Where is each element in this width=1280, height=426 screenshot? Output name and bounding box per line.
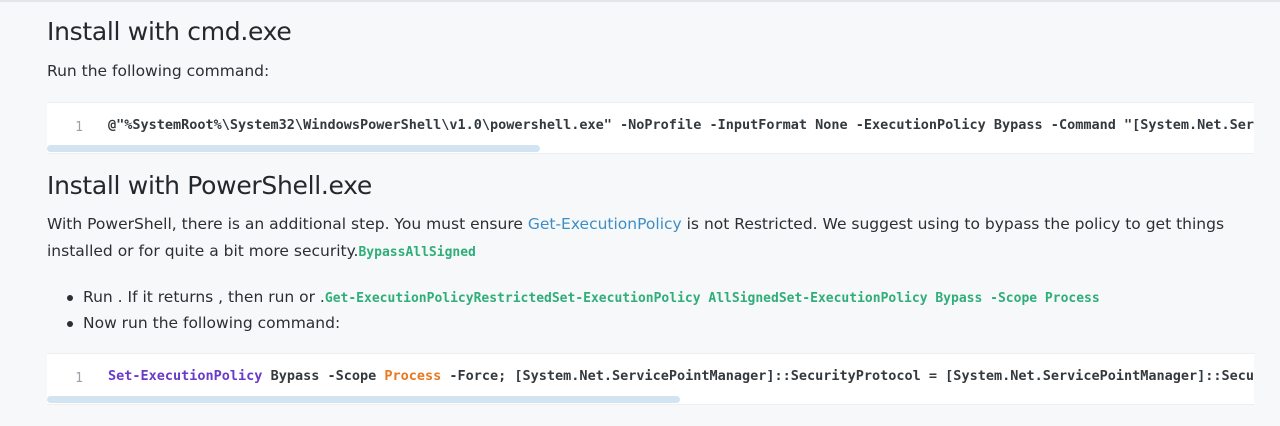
para-text: installed or for quite a bit more securi… xyxy=(47,242,359,260)
code-line: @"%SystemRoot%\System32\WindowsPowerShel… xyxy=(108,117,1254,133)
horizontal-scrollbar[interactable] xyxy=(47,145,540,152)
list-item-text: Run . If it returns , then run or . xyxy=(83,288,325,306)
cmd-intro-text: Run the following command: xyxy=(47,62,270,80)
para-text: is not Restricted. We suggest using to b… xyxy=(681,215,1225,233)
code-line: Set-ExecutionPolicy Bypass -Scope Proces… xyxy=(108,354,1254,398)
list-item-text: Now run the following command: xyxy=(83,314,341,332)
list-item: Now run the following command: xyxy=(47,310,1100,336)
code-text: -Force; [System.Net.ServicePointManager]… xyxy=(449,368,1254,384)
code-cmdlet: Set-ExecutionPolicy xyxy=(108,368,263,384)
instruction-list: Run . If it returns , then run or .Get-E… xyxy=(47,284,1100,336)
powershell-paragraph: With PowerShell, there is an additional … xyxy=(47,211,1257,266)
inline-code: Get-ExecutionPolicyRestrictedSet-Executi… xyxy=(324,291,1100,306)
bullet-icon xyxy=(67,295,73,301)
horizontal-scrollbar[interactable] xyxy=(47,396,680,403)
top-divider xyxy=(0,0,1280,2)
para-text: With PowerShell, there is an additional … xyxy=(47,215,528,233)
section-heading-powershell: Install with PowerShell.exe xyxy=(47,171,372,200)
inline-code: BypassAllSigned xyxy=(358,245,476,260)
list-item: Run . If it returns , then run or .Get-E… xyxy=(47,284,1100,310)
section-heading-cmd: Install with cmd.exe xyxy=(47,17,292,46)
bullet-icon xyxy=(67,321,73,327)
code-keyword: Process xyxy=(384,368,442,384)
get-executionpolicy-link[interactable]: Get-ExecutionPolicy xyxy=(528,215,682,233)
code-text: Bypass -Scope xyxy=(262,368,385,384)
